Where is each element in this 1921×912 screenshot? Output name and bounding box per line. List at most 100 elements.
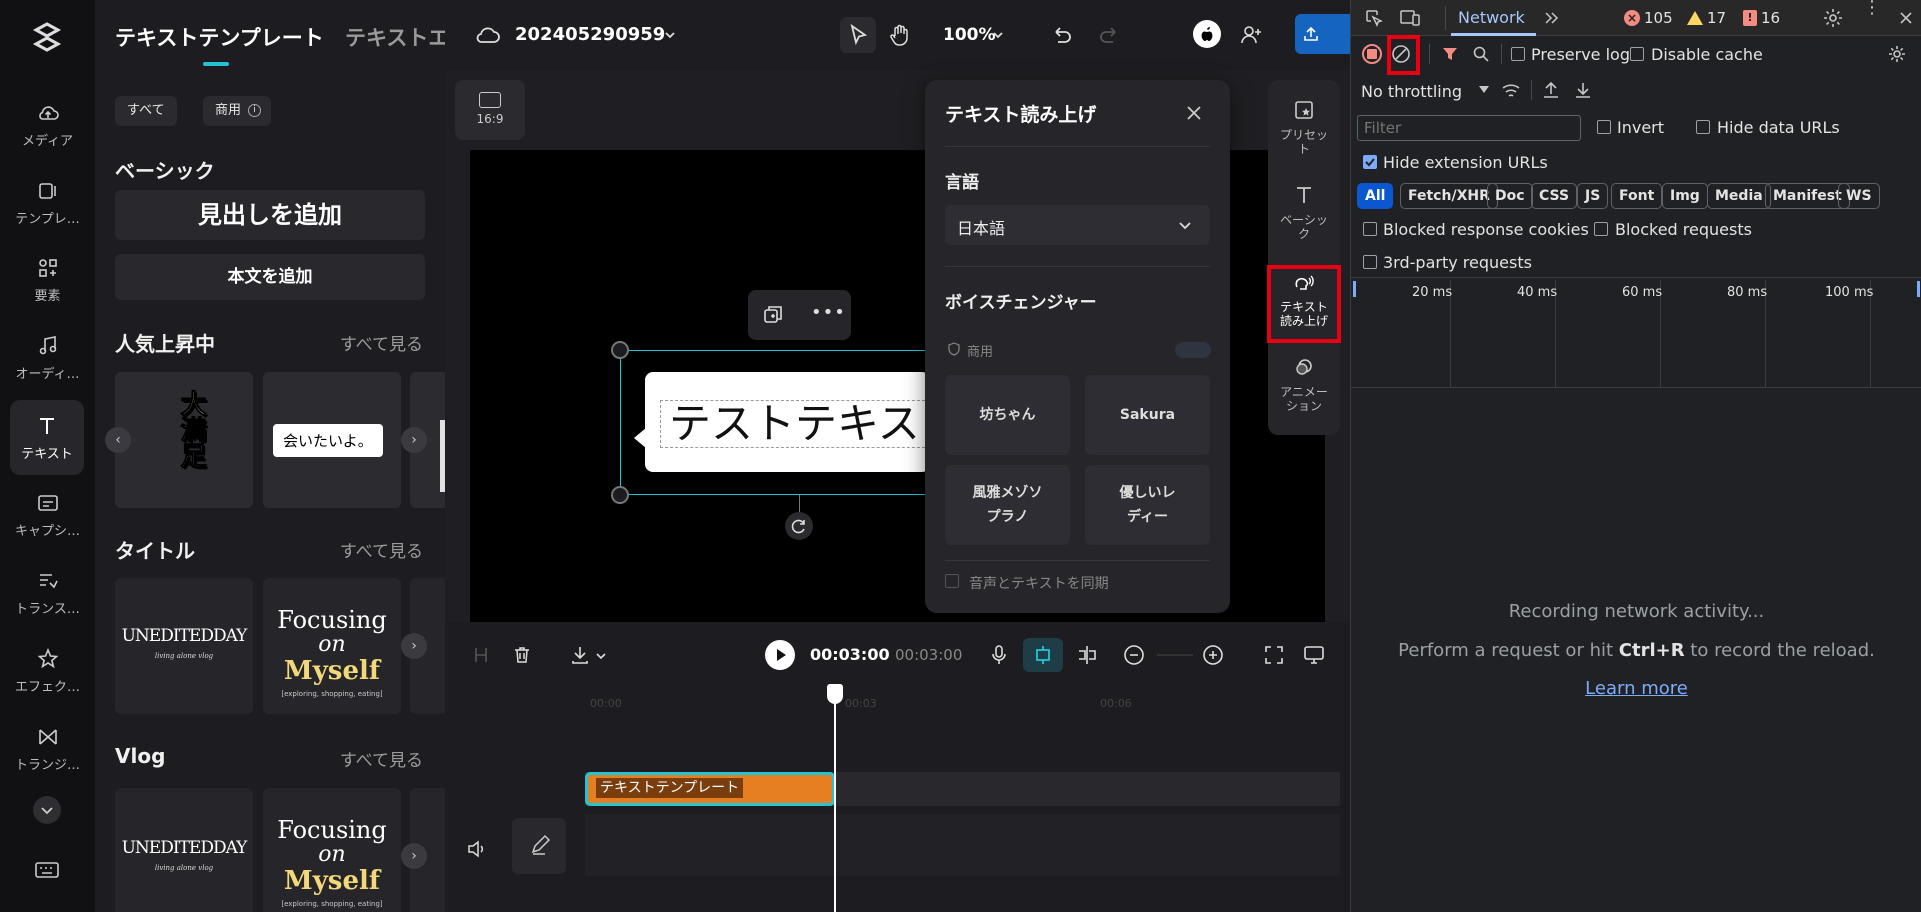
export-har-icon[interactable]: [1573, 80, 1593, 100]
blocked-response-cookies-checkbox[interactable]: [1363, 222, 1377, 236]
tab-text-effects[interactable]: テキストエ: [345, 22, 445, 52]
rail-media[interactable]: メディア: [0, 90, 95, 160]
template-card-unediteddday[interactable]: UNEDITEDDAY living alone vlog: [115, 578, 253, 714]
play-button[interactable]: [765, 640, 795, 670]
filter-type-ws[interactable]: WS: [1838, 183, 1880, 209]
duplicate-icon[interactable]: [762, 304, 784, 326]
commercial-toggle[interactable]: [1175, 342, 1211, 358]
language-select[interactable]: 日本語: [945, 205, 1210, 245]
filter-chip-commercial[interactable]: 商用 i: [203, 96, 272, 126]
network-settings-icon[interactable]: [1887, 44, 1907, 64]
zoom-level[interactable]: 100%: [943, 25, 996, 45]
tool-preset[interactable]: プリセッ ト: [1268, 98, 1340, 156]
volume-icon[interactable]: [465, 838, 487, 860]
voice-option-fuga-mezzo[interactable]: 風雅メゾソ プラノ: [945, 465, 1070, 545]
filter-type-fetch-xhr[interactable]: Fetch/XHR: [1400, 183, 1498, 209]
chevron-down-icon[interactable]: [595, 650, 607, 662]
vlog-next-button[interactable]: ›: [401, 843, 427, 869]
carousel-prev-button[interactable]: ‹: [105, 427, 131, 453]
settings-gear-icon[interactable]: [1822, 7, 1844, 29]
filter-input[interactable]: [1357, 115, 1581, 141]
voice-option-yasashii-lady[interactable]: 優しいレ ディー: [1085, 465, 1210, 545]
canvas-text-content[interactable]: テストテキス: [660, 400, 930, 448]
filter-icon[interactable]: [1441, 45, 1459, 63]
rail-elements[interactable]: 要素: [0, 245, 95, 315]
tab-network[interactable]: Network: [1458, 8, 1525, 27]
monitor-icon[interactable]: [1302, 643, 1326, 667]
project-name[interactable]: 202405290959: [515, 24, 665, 45]
invert-checkbox[interactable]: [1597, 120, 1611, 134]
third-party-requests-checkbox[interactable]: [1363, 255, 1377, 269]
rail-expand-button[interactable]: [33, 796, 61, 824]
vlog-card-focusing-on-myself[interactable]: Focusing on Myself [exploring, shopping,…: [263, 788, 401, 912]
filter-type-font[interactable]: Font: [1611, 183, 1663, 209]
carousel-next-button[interactable]: ›: [401, 427, 427, 453]
import-har-icon[interactable]: [1541, 80, 1561, 100]
overview-right-handle[interactable]: [1917, 281, 1920, 297]
search-icon[interactable]: [1472, 45, 1490, 63]
split-icon[interactable]: [470, 644, 492, 666]
inspect-element-icon[interactable]: [1364, 8, 1384, 28]
resize-handle-top-left[interactable]: [611, 341, 629, 359]
vlog-card-unediteddday[interactable]: UNEDITEDDAY living alone vlog: [115, 788, 253, 912]
warning-count[interactable]: 17: [1687, 9, 1726, 27]
download-icon[interactable]: [569, 644, 591, 666]
add-user-icon[interactable]: [1238, 22, 1264, 48]
magnet-snap-button[interactable]: [1023, 638, 1063, 672]
rail-captions[interactable]: キャプシ…: [0, 480, 95, 550]
edit-track-button[interactable]: [512, 818, 566, 874]
template-card-aitaiyo[interactable]: 会いたいよ。: [263, 372, 401, 508]
rail-audio[interactable]: オーディ…: [0, 323, 95, 393]
filter-type-media[interactable]: Media: [1707, 183, 1771, 209]
close-icon[interactable]: [1183, 102, 1205, 124]
filter-type-doc[interactable]: Doc: [1487, 183, 1533, 209]
device-toolbar-icon[interactable]: [1399, 8, 1421, 28]
select-tool-button[interactable]: [840, 17, 876, 53]
rail-effects[interactable]: エフェク…: [0, 636, 95, 706]
more-menu-icon[interactable]: ⋮: [1863, 0, 1881, 17]
chevron-down-icon[interactable]: [663, 28, 677, 42]
tool-basic[interactable]: ベーシッ ク: [1268, 183, 1340, 241]
add-body-text-button[interactable]: 本文を追加: [115, 254, 425, 300]
preserve-log-checkbox[interactable]: [1511, 47, 1525, 61]
zoom-slider-track[interactable]: [1157, 654, 1193, 656]
zoom-out-icon[interactable]: [1122, 643, 1146, 667]
delete-icon[interactable]: [511, 644, 533, 666]
add-heading-button[interactable]: 見出しを追加: [115, 190, 425, 240]
filter-type-img[interactable]: Img: [1662, 183, 1708, 209]
zoom-in-icon[interactable]: [1201, 643, 1225, 667]
issue-count[interactable]: ! 16: [1743, 9, 1780, 27]
rail-templates[interactable]: テンプレ…: [0, 168, 95, 238]
wifi-settings-icon[interactable]: [1501, 81, 1523, 101]
text-clip[interactable]: テキストテンプレート: [585, 772, 835, 806]
microphone-icon[interactable]: [987, 643, 1011, 667]
zoom-chevron-icon[interactable]: [991, 28, 1005, 42]
rail-text[interactable]: テキスト: [10, 400, 84, 475]
filter-type-js[interactable]: JS: [1577, 183, 1609, 209]
blocked-requests-checkbox[interactable]: [1594, 222, 1608, 236]
hide-data-urls-checkbox[interactable]: [1696, 120, 1710, 134]
filter-type-all[interactable]: All: [1357, 183, 1394, 209]
filter-type-css[interactable]: CSS: [1531, 183, 1578, 209]
close-devtools-icon[interactable]: [1897, 9, 1915, 27]
disable-cache-checkbox[interactable]: [1630, 47, 1644, 61]
export-button[interactable]: [1295, 14, 1355, 54]
tool-animation[interactable]: アニメー ション: [1268, 355, 1340, 413]
filter-chip-all[interactable]: すべて: [115, 96, 177, 126]
voice-option-sakura[interactable]: Sakura: [1085, 375, 1210, 455]
keyboard-shortcut-button[interactable]: [34, 860, 60, 880]
playhead-handle[interactable]: [827, 684, 843, 704]
error-count[interactable]: × 105: [1624, 9, 1673, 27]
sync-checkbox[interactable]: [945, 574, 959, 588]
learn-more-link[interactable]: Learn more: [1351, 678, 1921, 699]
template-card-daimanzoku[interactable]: 大満足: [115, 372, 253, 508]
vlog-see-all-link[interactable]: すべて見る: [340, 746, 423, 771]
template-card-focusing-on-myself[interactable]: Focusing on Myself [exploring, shopping,…: [263, 578, 401, 714]
fit-screen-icon[interactable]: [1262, 643, 1286, 667]
rail-transcript[interactable]: トランス…: [0, 558, 95, 628]
aspect-ratio-button[interactable]: 16:9: [455, 80, 525, 140]
resize-handle-bottom-left[interactable]: [611, 486, 629, 504]
apple-account-avatar[interactable]: [1193, 20, 1221, 48]
app-logo[interactable]: [30, 20, 64, 54]
voice-option-botchan[interactable]: 坊ちゃん: [945, 375, 1070, 455]
